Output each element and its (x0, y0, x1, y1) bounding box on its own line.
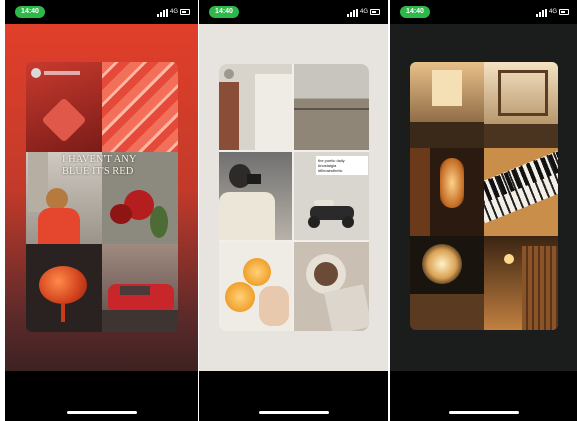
home-indicator[interactable] (448, 411, 519, 414)
status-time: 14:40 (209, 6, 239, 18)
collage-photo-chandelier (410, 236, 484, 330)
booth (410, 294, 484, 330)
phone-screen-red-collage: 14:40 4G I HAVEN'T ANY BLUE IT'S RED (5, 0, 198, 421)
car-window (120, 286, 150, 295)
collage-photo-coffee (294, 242, 369, 331)
collage-photo-photographer (219, 152, 292, 240)
status-time: 14:40 (15, 6, 45, 18)
collage-photo-countryside (294, 64, 369, 150)
collage-photo-warm-lamps (410, 148, 484, 236)
collage-photo-red-shirt (26, 62, 102, 152)
sticker-note: the poetic daily #nostalgia #filmaesthet… (316, 156, 368, 175)
newspaper (323, 284, 369, 331)
signal-icon (536, 9, 547, 17)
flower-leaf (150, 206, 168, 238)
scooter-seat (314, 200, 334, 206)
bench (484, 124, 558, 148)
collage-photo-building (219, 64, 292, 150)
chandelier (422, 244, 462, 284)
status-bar: 14:40 4G (390, 0, 577, 24)
curtain (410, 148, 430, 236)
window-frame (498, 70, 548, 116)
street-building (28, 152, 48, 212)
hand (259, 286, 289, 326)
red-lantern (39, 266, 87, 304)
orange-half-2 (225, 282, 255, 312)
signal-icon (157, 9, 168, 17)
profile-avatar (31, 68, 41, 78)
collage-text-overlay: I HAVEN'T ANY BLUE IT'S RED (62, 154, 137, 177)
battery-icon (559, 9, 569, 15)
table (410, 122, 484, 148)
home-bar-area (199, 371, 388, 421)
collage-photo-piano (484, 148, 558, 236)
woman-red-top (38, 208, 80, 244)
brick-wall (219, 82, 239, 150)
scooter-wheel-front (342, 216, 354, 228)
white-wall (255, 74, 292, 150)
network-label: 4G (169, 9, 178, 15)
network-label: 4G (548, 9, 557, 15)
status-bar: 14:40 4G (5, 0, 198, 24)
collage-photo-lantern (26, 244, 102, 332)
phone-divider-right (388, 0, 390, 421)
wall-slats (522, 246, 558, 330)
man-shirt (219, 192, 275, 240)
collage-photo-bar (484, 236, 558, 330)
home-bar-area (390, 371, 577, 421)
window-glow (432, 70, 462, 106)
lantern-tassel (61, 304, 65, 322)
phone-divider-left (198, 0, 199, 421)
profile-avatar (224, 69, 234, 79)
hanging-light (504, 254, 514, 264)
fence-line (294, 108, 369, 110)
camera (247, 174, 261, 184)
lamp-glow (440, 158, 464, 208)
status-bar: 14:40 4G (199, 0, 388, 24)
collage-photo-window-seat (484, 62, 558, 148)
collage-photo-cafe-interior (410, 62, 484, 148)
phone-screen-beige-collage: 14:40 4G the poetic daily #nostalgia #fi… (199, 0, 388, 421)
network-label: 4G (359, 9, 368, 15)
phone-screen-dark-collage: 14:40 4G (390, 0, 577, 421)
woman-hair (46, 188, 68, 210)
collage-photo-salmon (102, 62, 178, 152)
scooter-wheel-back (308, 216, 320, 228)
status-time: 14:40 (400, 6, 430, 18)
battery-icon (370, 9, 380, 15)
profile-name-bar (44, 71, 80, 75)
flower-petal-2 (110, 204, 132, 224)
story-collage[interactable]: I HAVEN'T ANY BLUE IT'S RED (26, 62, 178, 332)
collage-photo-scooter: the poetic daily #nostalgia #filmaesthet… (294, 152, 369, 240)
battery-icon (180, 9, 190, 15)
orange-half-1 (243, 258, 271, 286)
story-collage[interactable]: the poetic daily #nostalgia #filmaesthet… (219, 64, 369, 331)
collage-photo-red-car (102, 244, 178, 332)
signal-icon (347, 9, 358, 17)
collage-photo-oranges (219, 242, 292, 331)
home-indicator[interactable] (66, 411, 137, 414)
coffee-cup (314, 262, 338, 286)
street-ground (102, 310, 178, 332)
heart-shape (41, 97, 87, 143)
home-indicator[interactable] (258, 411, 329, 414)
home-bar-area (5, 371, 198, 421)
story-collage[interactable] (410, 62, 558, 330)
